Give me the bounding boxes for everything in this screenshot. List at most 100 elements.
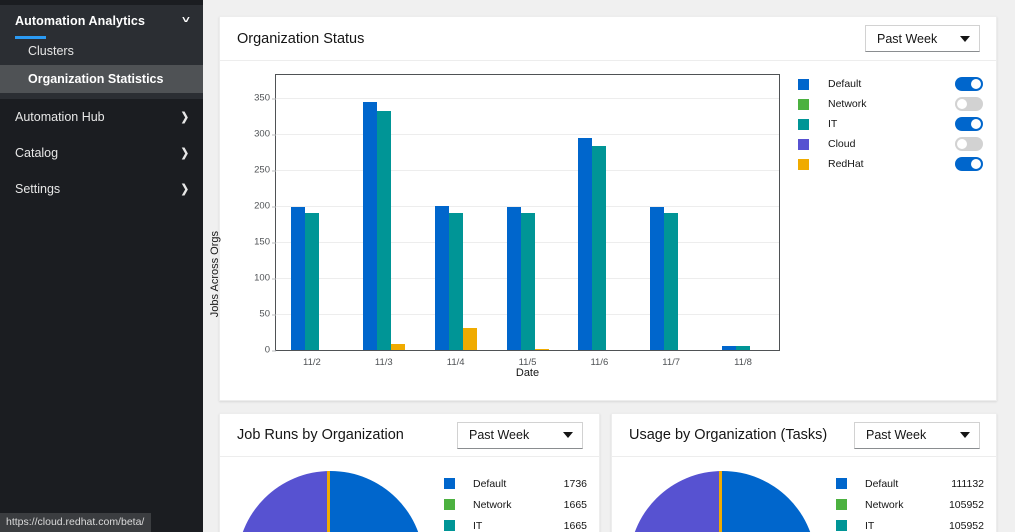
bar-group (290, 75, 333, 350)
sidebar-item-label: Clusters (28, 44, 74, 58)
legend-row: Default 111132 (836, 473, 996, 494)
job-runs-header: Job Runs by Organization Past Week (220, 414, 599, 457)
y-axis-tick: 0 (265, 345, 277, 356)
chevron-down-icon (563, 432, 573, 438)
org-status-range-dropdown[interactable]: Past Week (865, 25, 980, 52)
bar-default[interactable] (362, 101, 377, 350)
browser-status-url: https://cloud.redhat.com/beta/ (0, 513, 152, 532)
bar-default[interactable] (650, 206, 665, 350)
legend-row: Default (798, 74, 983, 94)
legend-row: IT (798, 114, 983, 134)
legend-row: Cloud (798, 134, 983, 154)
legend-swatch-network (798, 98, 809, 110)
bar-redhat[interactable] (534, 349, 549, 350)
legend-swatch-default (836, 478, 847, 489)
legend-row: Default 1736 (444, 473, 599, 494)
sidebar-item-settings[interactable]: Settings ❯ (0, 171, 203, 207)
pie-slice-default (722, 471, 816, 532)
sidebar-item-label: Organization Statistics (28, 72, 164, 86)
legend-toggle-it[interactable] (955, 117, 983, 131)
bar-it[interactable] (376, 111, 391, 350)
organization-status-chart: Jobs Across Orgs 0 50 100 150 200 250 300 350 11… (209, 61, 996, 401)
organization-status-card: Organization Status Past Week Jobs Acros… (209, 16, 997, 401)
sidebar-item-organization-statistics[interactable]: Organization Statistics (0, 65, 203, 93)
card-title: Usage by Organization (Tasks) (629, 427, 828, 443)
bar-redhat[interactable] (462, 328, 477, 350)
bar-it[interactable] (736, 346, 751, 350)
usage-legend: Default 111132 Network 105952 IT 105952 (832, 471, 996, 532)
bar-it[interactable] (664, 212, 679, 350)
legend-value: 1736 (563, 477, 587, 490)
pie-slice-redhat (719, 471, 722, 532)
y-axis-label: Jobs Across Orgs (209, 231, 221, 318)
bar-default[interactable] (578, 138, 593, 350)
x-axis-label: Date (515, 367, 540, 379)
y-axis-tick: 250 (254, 165, 276, 176)
legend-value: 105952 (948, 498, 984, 511)
bar-chart-plot-area: 0 50 100 150 200 250 300 350 11/2 11/3 11/4 11/5 11/… (254, 74, 780, 368)
legend-row: Network 1665 (444, 494, 599, 515)
bar-it[interactable] (520, 213, 535, 350)
legend-value: 1665 (563, 498, 587, 511)
sidebar-item-automation-hub[interactable]: Automation Hub ❯ (0, 99, 203, 135)
chevron-right-icon: ❯ (180, 110, 189, 124)
bar-group (722, 75, 764, 350)
y-axis-tick: 50 (259, 309, 276, 320)
bar-redhat[interactable] (390, 344, 405, 350)
application-window: Automation Analytics ˅ Clusters Organiza… (0, 0, 1015, 532)
job-runs-range-dropdown[interactable]: Past Week (457, 421, 583, 449)
sidebar-item-catalog[interactable]: Catalog ❯ (0, 135, 203, 171)
usage-by-organization-card: Usage by Organization (Tasks) Past Week … (611, 413, 997, 532)
sidebar-item-label: Settings (15, 182, 61, 196)
sidebar-item-clusters[interactable]: Clusters (0, 37, 203, 65)
legend-row: RedHat (798, 154, 983, 174)
card-title: Job Runs by Organization (237, 427, 404, 443)
chevron-down-icon: ˅ (182, 15, 191, 26)
bar-default[interactable] (722, 345, 737, 350)
legend-value: 105952 (948, 519, 984, 532)
legend-label: Cloud (828, 138, 856, 150)
legend-row: IT 105952 (836, 515, 996, 532)
legend-swatch-it (836, 520, 847, 531)
sidebar-group-automation-analytics[interactable]: Automation Analytics ˅ (0, 5, 203, 39)
legend-swatch-it (444, 520, 455, 531)
legend-toggle-redhat[interactable] (955, 157, 983, 171)
sidebar-subnav: Clusters Organization Statistics (0, 37, 203, 99)
dropdown-value: Past Week (877, 31, 938, 46)
legend-label: Network (828, 98, 867, 110)
legend-swatch-default (444, 478, 455, 489)
chevron-down-icon (960, 432, 970, 438)
bar-it[interactable] (592, 146, 607, 350)
page-title: Organization Status (237, 30, 365, 47)
bar-it[interactable] (304, 212, 319, 350)
bar-default[interactable] (290, 206, 305, 350)
pie-chart-wrapper (220, 471, 440, 532)
pie-chart (628, 471, 816, 532)
bar-chart-legend: Default Network IT Cloud RedHat (798, 74, 983, 174)
bar-default[interactable] (506, 207, 521, 350)
bar-default[interactable] (434, 206, 449, 350)
chevron-right-icon: ❯ (180, 146, 189, 160)
bar-group (434, 75, 477, 350)
legend-label: Network (473, 498, 512, 511)
legend-value: 1665 (563, 519, 587, 532)
sidebar: Automation Analytics ˅ Clusters Organiza… (0, 0, 203, 532)
legend-swatch-redhat (798, 158, 809, 170)
y-axis-tick: 150 (254, 237, 276, 248)
legend-toggle-default[interactable] (955, 77, 983, 91)
legend-label: Default (828, 78, 862, 90)
bar-it[interactable] (448, 212, 463, 350)
bar-group (362, 75, 405, 350)
usage-range-dropdown[interactable]: Past Week (854, 421, 980, 449)
legend-swatch-default (798, 78, 809, 90)
y-axis-tick: 300 (254, 129, 276, 140)
pie-slice-cloud (236, 471, 330, 532)
legend-swatch-it (798, 118, 809, 130)
legend-toggle-cloud[interactable] (955, 137, 983, 151)
dropdown-value: Past Week (866, 428, 927, 442)
y-axis-tick: 200 (254, 201, 276, 212)
legend-toggle-network[interactable] (955, 97, 983, 111)
pie-chart-wrapper (612, 471, 832, 532)
legend-label: Default (865, 477, 899, 490)
bar-group (650, 75, 692, 350)
